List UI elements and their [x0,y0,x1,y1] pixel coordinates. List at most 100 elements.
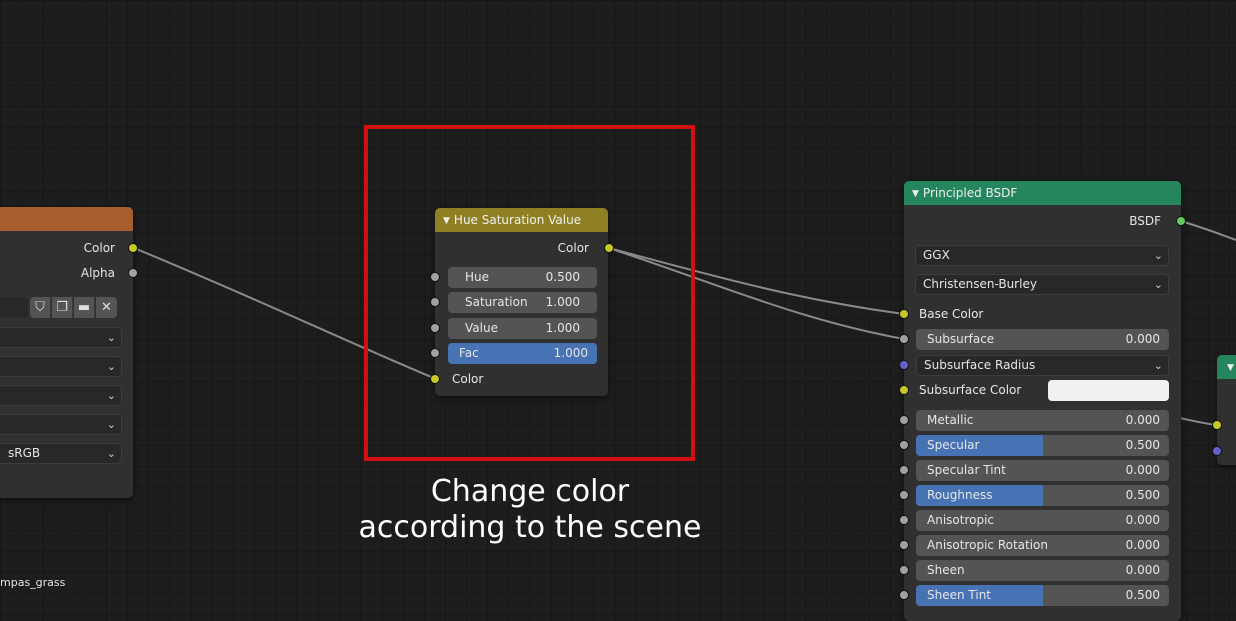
value-label: Value [465,321,498,335]
base-color-label: Base Color [919,307,984,321]
subsurface-color-label: Subsurface Color [919,383,1022,397]
anisotropic-slider[interactable]: Anisotropic 0.000 [916,510,1169,531]
hsv-input-color-socket[interactable] [430,374,440,384]
output-node-volume-socket[interactable] [1212,446,1222,456]
subsurface-radius-label: Subsurface Radius [924,358,1036,372]
sheen-tint-value: 0.500 [1125,588,1160,602]
interpolation-dropdown[interactable]: ⌄ [0,327,122,348]
subsurface-label: Subsurface [927,332,995,346]
fake-user-shield-icon[interactable]: ⛉ [30,297,51,318]
hsv-node[interactable]: ▼ Hue Saturation Value Color Hue 0.500 Sa… [430,208,614,396]
hsv-output-color-label: Color [557,241,589,255]
chevron-down-icon: ⌄ [1153,359,1163,372]
anisotropic-rotation-slider[interactable]: Anisotropic Rotation 0.000 [916,535,1169,556]
specular-tint-socket[interactable] [899,465,909,475]
hue-field[interactable]: Hue 0.500 [448,267,597,288]
output-color-label: Color [83,241,115,255]
chevron-down-icon: ⌄ [106,418,116,431]
bsdf-node-header[interactable]: ▼ Principled BSDF [904,181,1181,205]
subsurface-radius-dropdown[interactable]: Subsurface Radius ⌄ [916,355,1169,376]
specular-slider[interactable]: Specular 0.500 [916,435,1169,456]
subsurface-field[interactable]: Subsurface 0.000 [916,329,1169,350]
material-output-node-header[interactable]: ▼ [1217,355,1236,379]
hue-label: Hue [465,270,490,284]
metallic-socket[interactable] [899,415,909,425]
sheen-slider[interactable]: Sheen 0.000 [916,560,1169,581]
collapse-triangle-icon[interactable]: ▼ [1227,363,1234,373]
roughness-socket[interactable] [899,490,909,500]
color-space-value: sRGB [8,446,41,460]
saturation-socket[interactable] [430,297,440,307]
wire-bsdf-to-output [1180,220,1236,241]
annotation-line-2: according to the scene [358,510,702,545]
image-texture-node-header[interactable] [0,207,133,231]
bsdf-output-socket[interactable] [1176,216,1186,226]
metallic-slider[interactable]: Metallic 0.000 [916,410,1169,431]
sheen-tint-socket[interactable] [899,590,909,600]
hue-socket[interactable] [430,272,440,282]
output-color-socket[interactable] [128,243,138,253]
chevron-down-icon: ⌄ [1153,278,1163,291]
hsv-output-color-socket[interactable] [604,243,614,253]
subsurface-color-socket[interactable] [899,385,909,395]
hsv-input-color-label: Color [452,372,484,386]
subsurface-color-swatch[interactable] [1048,380,1169,401]
specular-tint-label: Specular Tint [927,463,1006,477]
output-node-surface-socket[interactable] [1212,420,1222,430]
fac-label: Fac [459,346,479,360]
open-folder-icon[interactable]: ▬ [74,297,95,318]
subsurface-radius-socket[interactable] [899,360,909,370]
source-dropdown[interactable]: ⌄ [0,414,122,435]
extension-dropdown[interactable]: ⌄ [0,385,122,406]
hsv-node-header[interactable]: ▼ Hue Saturation Value [435,208,608,232]
anisotropic-socket[interactable] [899,515,909,525]
distribution-dropdown[interactable]: GGX ⌄ [915,245,1169,266]
sheen-value: 0.000 [1125,563,1160,577]
close-icon[interactable]: ✕ [96,297,117,318]
subsurface-socket[interactable] [899,334,909,344]
sheen-tint-slider[interactable]: Sheen Tint 0.500 [916,585,1169,606]
anisotropic-rotation-socket[interactable] [899,540,909,550]
chevron-down-icon: ⌄ [106,389,116,402]
subsurface-method-value: Christensen-Burley [923,277,1037,291]
output-alpha-label: Alpha [80,266,115,280]
roughness-value: 0.500 [1125,488,1160,502]
fac-socket[interactable] [430,348,440,358]
specular-tint-value: 0.000 [1125,463,1160,477]
bsdf-output-label: BSDF [1129,214,1161,228]
principled-bsdf-node[interactable]: ▼ Principled BSDF BSDF GGX ⌄ Christensen-… [899,181,1186,621]
base-color-socket[interactable] [899,309,909,319]
saturation-label: Saturation [465,295,528,309]
collapse-triangle-icon[interactable]: ▼ [443,216,450,226]
saturation-field[interactable]: Saturation 1.000 [448,292,597,313]
collapse-triangle-icon[interactable]: ▼ [912,189,919,199]
material-output-node[interactable]: ▼ [1212,355,1236,465]
output-alpha-socket[interactable] [128,268,138,278]
image-texture-node[interactable]: Color Alpha ⛉ ❐ ▬ ✕ ⌄ ⌄ ⌄ ⌄ sRGB ⌄ [0,207,138,498]
anisotropic-rotation-label: Anisotropic Rotation [927,538,1049,552]
color-space-dropdown[interactable]: sRGB ⌄ [0,443,122,464]
anisotropic-value: 0.000 [1125,513,1160,527]
duplicate-image-icon[interactable]: ❐ [52,297,73,318]
metallic-label: Metallic [927,413,974,427]
specular-tint-slider[interactable]: Specular Tint 0.000 [916,460,1169,481]
value-socket[interactable] [430,323,440,333]
saturation-value: 1.000 [545,295,580,309]
image-name-label: mpas_grass [0,576,66,589]
image-name-field[interactable] [0,297,28,318]
anisotropic-rotation-value: 0.000 [1125,538,1160,552]
subsurface-value: 0.000 [1125,332,1160,346]
projection-dropdown[interactable]: ⌄ [0,356,122,377]
roughness-label: Roughness [927,488,993,502]
roughness-slider[interactable]: Roughness 0.500 [916,485,1169,506]
metallic-value: 0.000 [1125,413,1160,427]
value-field[interactable]: Value 1.000 [448,318,597,339]
subsurface-method-dropdown[interactable]: Christensen-Burley ⌄ [915,274,1169,295]
chevron-down-icon: ⌄ [106,331,116,344]
sheen-socket[interactable] [899,565,909,575]
sheen-tint-label: Sheen Tint [927,588,992,602]
hue-value: 0.500 [545,270,580,284]
sheen-label: Sheen [927,563,965,577]
specular-socket[interactable] [899,440,909,450]
fac-slider[interactable]: Fac 1.000 [448,343,597,364]
